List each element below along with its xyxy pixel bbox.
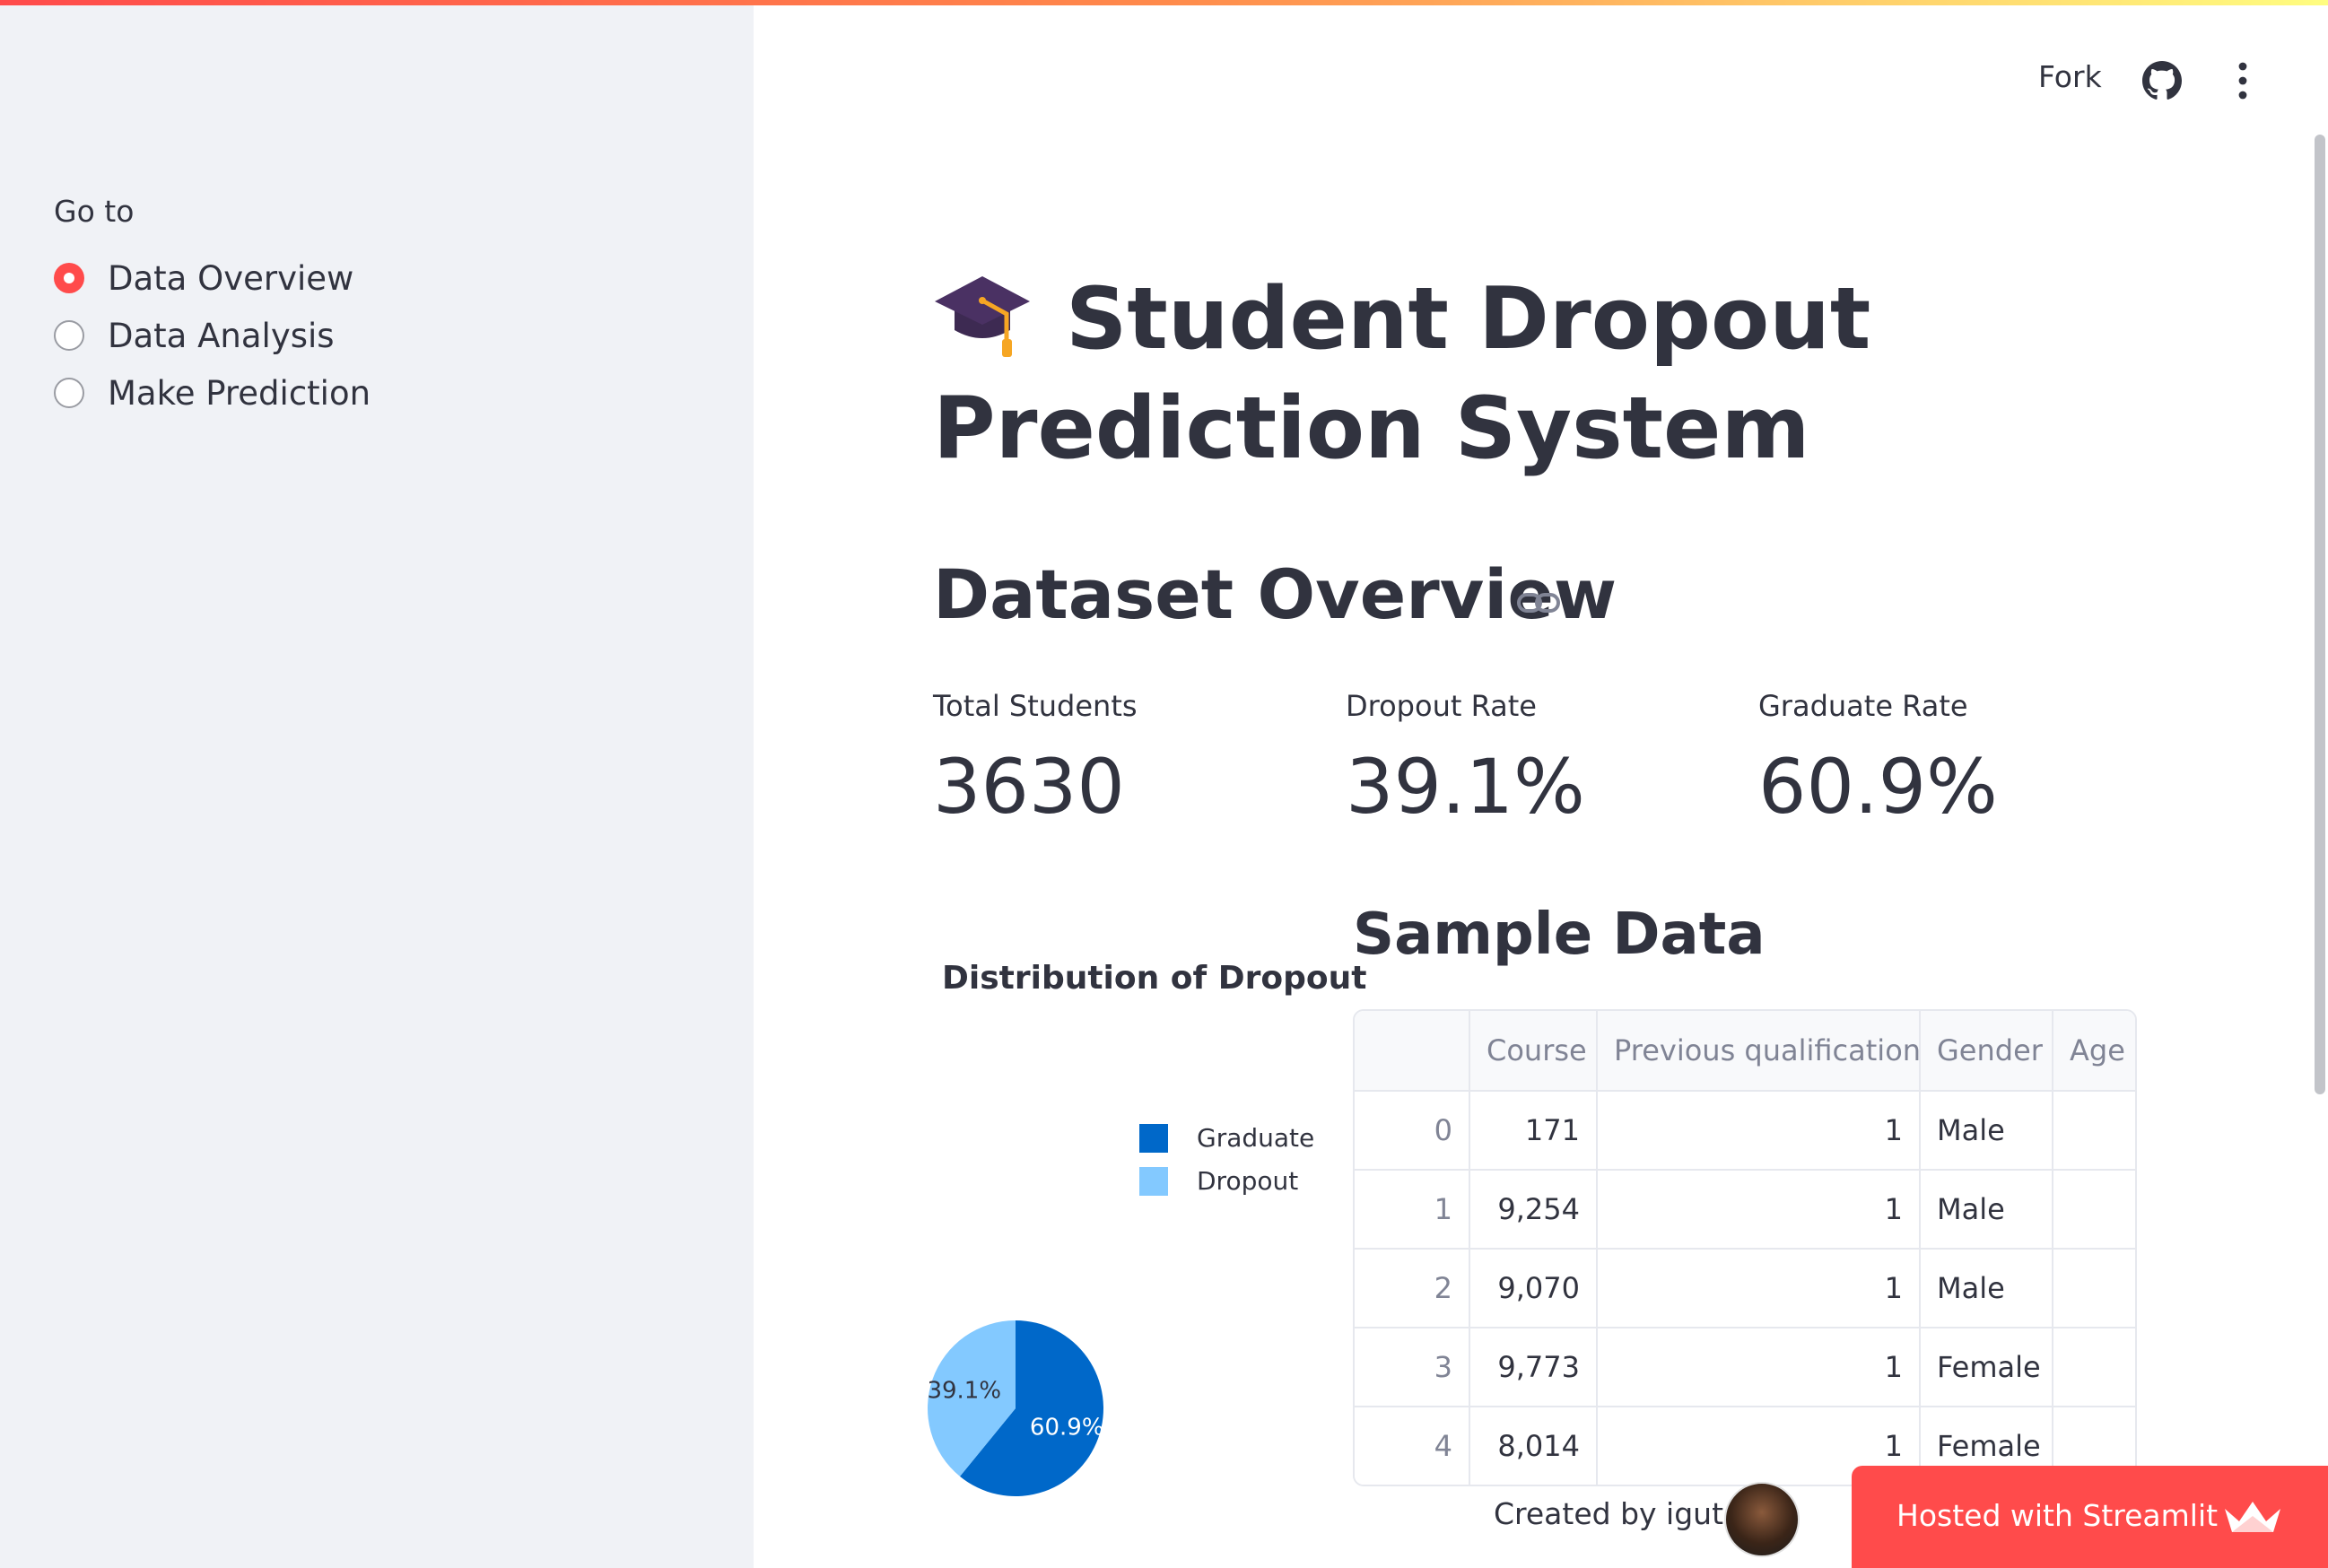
link-icon[interactable] <box>1516 588 1561 617</box>
table-row[interactable]: 0 171 1 Male <box>1355 1091 2135 1171</box>
graduation-cap-icon <box>935 276 1030 357</box>
page-title-text: Student Dropout Prediction System <box>933 270 1871 478</box>
sample-data-heading: Sample Data <box>1353 902 1766 968</box>
data-table[interactable]: Course Previous qualification Gender Age… <box>1353 1009 2137 1486</box>
table-header-row: Course Previous qualification Gender Age… <box>1355 1011 2135 1092</box>
pie-data-label: 39.1% <box>927 1378 1001 1405</box>
table-cell[interactable]: 1 <box>1597 1091 1921 1171</box>
nav-option-data-overview[interactable]: Data Overview <box>54 256 353 301</box>
legend-label: Dropout <box>1197 1166 1299 1196</box>
table-cell[interactable]: Male <box>1920 1249 2053 1328</box>
github-icon[interactable] <box>2142 61 2182 100</box>
pie-data-label: 60.9% <box>1030 1414 1104 1441</box>
streamlit-crown-icon <box>2225 1502 2280 1532</box>
avatar[interactable] <box>1724 1482 1800 1557</box>
pie-chart: 60.9% 39.1% <box>927 1320 1104 1496</box>
legend-swatch <box>1139 1123 1168 1153</box>
table-cell[interactable]: 171 <box>1469 1091 1598 1171</box>
row-index: 3 <box>1355 1328 1470 1407</box>
row-index: 0 <box>1355 1091 1470 1171</box>
table-cell[interactable] <box>2053 1170 2135 1250</box>
nav-option-label: Data Overview <box>108 258 354 298</box>
table-row[interactable]: 3 9,773 1 Female <box>1355 1328 2135 1407</box>
column-header[interactable]: Gender <box>1920 1011 2053 1092</box>
table-cell[interactable]: Female <box>1920 1328 2053 1407</box>
navigation-label: Go to <box>54 194 135 229</box>
nav-option-data-analysis[interactable]: Data Analysis <box>54 313 335 358</box>
more-vertical-icon[interactable] <box>2227 61 2259 100</box>
row-index: 1 <box>1355 1170 1470 1250</box>
column-header[interactable]: Previous qualification <box>1597 1011 1921 1092</box>
metric-value: 3630 <box>933 743 1125 831</box>
page-title: Student Dropout Prediction System <box>933 265 2099 483</box>
radio-unchecked-icon[interactable] <box>54 378 84 408</box>
metric-value: 60.9% <box>1758 743 1998 831</box>
hosted-with-streamlit-badge[interactable]: Hosted with Streamlit <box>1852 1466 2328 1568</box>
metric-label: Total Students <box>933 689 1138 723</box>
section-heading: Dataset Overview <box>933 554 1617 634</box>
table-cell[interactable]: 1 <box>1597 1249 1921 1328</box>
table-cell[interactable]: 9,070 <box>1469 1249 1598 1328</box>
legend-swatch <box>1139 1166 1168 1196</box>
table-cell[interactable]: Male <box>1920 1091 2053 1171</box>
column-header-index[interactable] <box>1355 1011 1470 1092</box>
metric-value: 39.1% <box>1346 743 1585 831</box>
nav-option-label: Data Analysis <box>108 316 335 355</box>
nav-option-label: Make Prediction <box>108 373 371 413</box>
legend-item-graduate: Graduate <box>1139 1123 1314 1153</box>
table-cell[interactable] <box>2053 1091 2135 1171</box>
fork-button[interactable]: Fork <box>2038 59 2102 94</box>
table-cell[interactable]: 1 <box>1597 1170 1921 1250</box>
scrollbar[interactable] <box>2315 135 2325 1094</box>
table-cell[interactable]: 9,773 <box>1469 1328 1598 1407</box>
legend-item-dropout: Dropout <box>1139 1166 1298 1196</box>
legend-label: Graduate <box>1197 1123 1315 1153</box>
radio-checked-icon[interactable] <box>54 263 84 293</box>
title-block: Student Dropout Prediction System <box>933 265 2099 483</box>
row-index: 2 <box>1355 1249 1470 1328</box>
table-row[interactable]: 2 9,070 1 Male <box>1355 1249 2135 1328</box>
column-header[interactable]: Course <box>1469 1011 1598 1092</box>
row-index: 4 <box>1355 1407 1470 1485</box>
table-cell[interactable] <box>2053 1249 2135 1328</box>
metric-label: Dropout Rate <box>1346 689 1537 723</box>
table-row[interactable]: 1 9,254 1 Male <box>1355 1170 2135 1250</box>
table-cell[interactable]: 8,014 <box>1469 1407 1598 1485</box>
created-by-text[interactable]: Created by iguta <box>1494 1496 1741 1531</box>
hosted-label: Hosted with Streamlit <box>1896 1498 2219 1533</box>
table-cell[interactable] <box>2053 1328 2135 1407</box>
column-header[interactable]: Age a <box>2053 1011 2135 1092</box>
chart-title: Distribution of Dropout <box>942 960 1367 997</box>
table-cell[interactable]: 1 <box>1597 1328 1921 1407</box>
radio-unchecked-icon[interactable] <box>54 320 84 351</box>
sidebar: Go to Data Overview Data Analysis Make P… <box>0 5 754 1568</box>
table-cell[interactable]: Male <box>1920 1170 2053 1250</box>
metric-label: Graduate Rate <box>1758 689 1968 723</box>
table-cell[interactable]: 9,254 <box>1469 1170 1598 1250</box>
nav-option-make-prediction[interactable]: Make Prediction <box>54 370 371 415</box>
